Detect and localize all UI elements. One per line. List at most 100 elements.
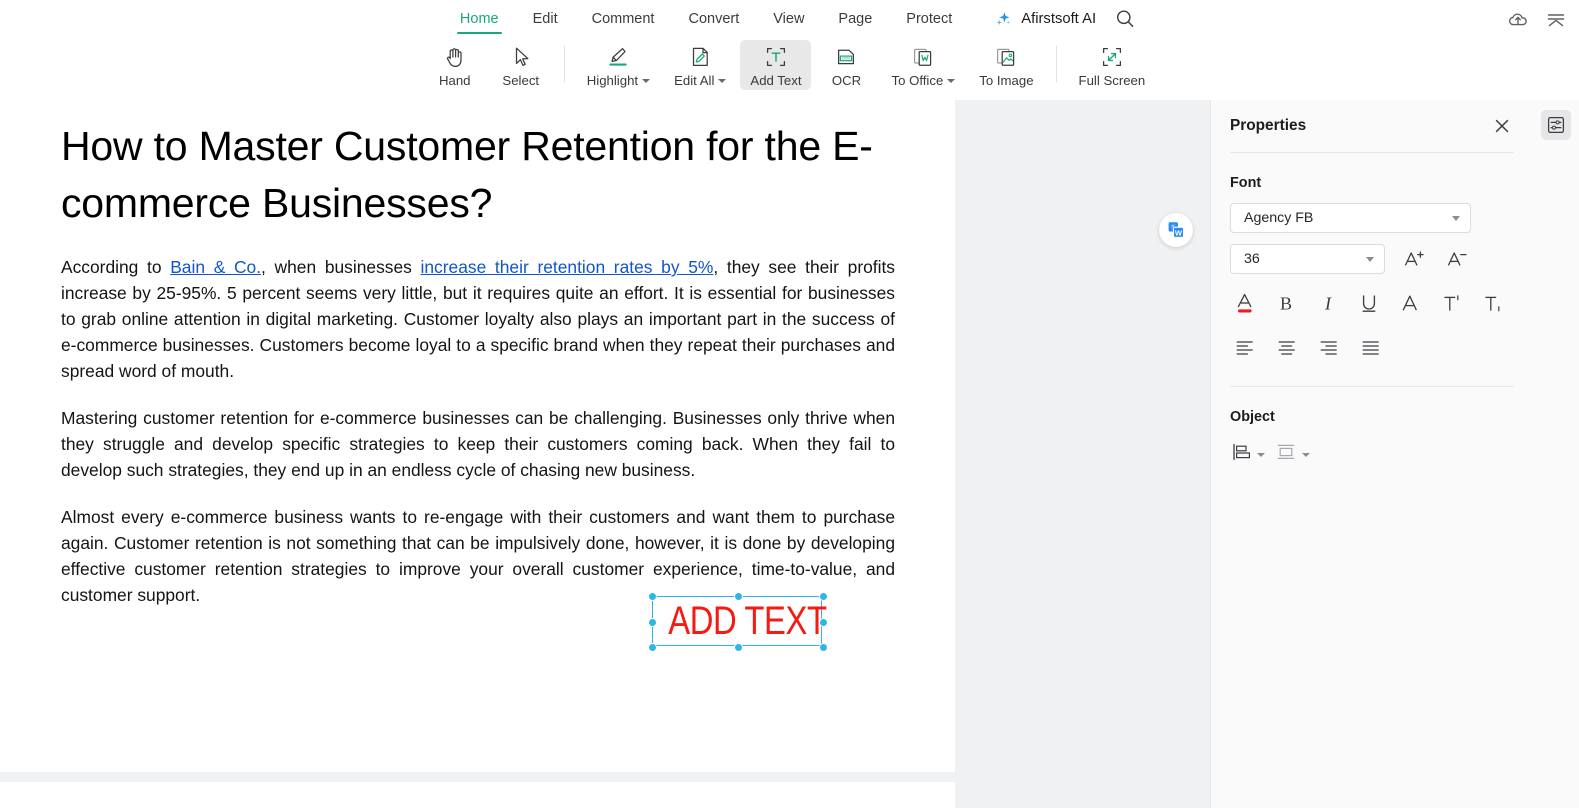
close-icon[interactable] <box>1493 117 1511 135</box>
tool-highlight-label: Highlight <box>587 73 651 88</box>
top-menu-bar: Home Edit Comment Convert View Page Prot… <box>0 0 1579 38</box>
menu-item-page-label: Page <box>838 11 873 27</box>
tool-ocr[interactable]: OCR OCR <box>815 40 877 90</box>
object-align-button[interactable] <box>1230 441 1265 468</box>
right-rail <box>1533 100 1579 808</box>
tool-ocr-label: OCR <box>831 73 862 88</box>
cursor-select-icon <box>508 43 534 70</box>
chevron-down-icon <box>1366 256 1374 262</box>
resize-handle-w[interactable] <box>648 618 657 627</box>
to-office-icon <box>910 43 936 70</box>
svg-text:OCR: OCR <box>842 56 850 60</box>
decrease-font-size-icon[interactable] <box>1441 244 1471 274</box>
pdf-page-1[interactable]: How to Master Customer Retention for the… <box>0 100 955 772</box>
resize-handle-sw[interactable] <box>648 643 657 652</box>
chevron-down-icon <box>1257 452 1265 457</box>
tool-add-text-label: Add Text <box>750 73 802 88</box>
tool-to-office[interactable]: To Office <box>881 40 965 90</box>
text-run: Mastering customer retention for e-comme… <box>61 408 895 480</box>
resize-handle-e[interactable] <box>819 618 828 627</box>
menu-item-edit[interactable]: Edit <box>516 0 575 38</box>
superscript-icon[interactable] <box>1437 288 1466 318</box>
page-content: How to Master Customer Retention for the… <box>0 100 955 608</box>
ribbon-tool-list: Hand Select Highlight Edit All Add Text … <box>422 40 1157 98</box>
svg-text:W: W <box>1175 228 1183 237</box>
toolbar-divider-2 <box>1055 46 1057 82</box>
resize-handle-ne[interactable] <box>819 592 828 601</box>
menu-item-home[interactable]: Home <box>443 0 516 38</box>
paragraph-2: Mastering customer retention for e-comme… <box>61 405 895 483</box>
convert-to-word-icon[interactable]: ⇱ W <box>1159 213 1193 247</box>
page-title: How to Master Customer Retention for the… <box>61 123 873 226</box>
paragraph-3: Almost every e-commerce business wants t… <box>61 504 895 608</box>
ai-assistant-label: Afirstsoft AI <box>1021 11 1097 27</box>
chevron-down-icon <box>1302 452 1310 457</box>
chevron-down-icon[interactable] <box>947 78 956 83</box>
ribbon-toolbar: Hand Select Highlight Edit All Add Text … <box>0 38 1579 100</box>
menu-item-view[interactable]: View <box>756 0 821 38</box>
tool-select-label: Select <box>502 73 540 88</box>
tool-add-text[interactable]: Add Text <box>740 40 812 90</box>
text-run: According to <box>61 257 171 277</box>
tool-full-screen[interactable]: Full Screen <box>1069 40 1156 90</box>
svg-text:B: B <box>1280 293 1292 313</box>
selected-text-object[interactable]: ADD TEXT <box>648 592 828 652</box>
menu-item-convert[interactable]: Convert <box>671 0 756 38</box>
tool-full-screen-label: Full Screen <box>1078 73 1146 88</box>
resize-handle-n[interactable] <box>734 592 743 601</box>
toolbar-divider-1 <box>563 46 565 82</box>
tool-to-image[interactable]: To Image <box>969 40 1043 90</box>
tool-select[interactable]: Select <box>490 40 552 90</box>
menu-item-page[interactable]: Page <box>821 0 889 38</box>
highlighter-icon <box>604 43 632 70</box>
chevron-down-icon[interactable] <box>718 78 727 83</box>
chevron-down-icon[interactable] <box>642 78 651 83</box>
text-run: , when businesses <box>261 257 421 277</box>
bold-icon[interactable]: B <box>1271 288 1300 318</box>
tool-highlight[interactable]: Highlight <box>577 40 660 90</box>
font-color-icon[interactable] <box>1230 288 1259 318</box>
hand-icon <box>442 43 468 70</box>
cloud-upload-icon[interactable] <box>1507 9 1529 31</box>
menu-item-protect[interactable]: Protect <box>889 0 969 38</box>
resize-handle-nw[interactable] <box>648 592 657 601</box>
resize-handle-se[interactable] <box>819 643 828 652</box>
object-arrange-button[interactable] <box>1275 441 1310 468</box>
link-retention-rates[interactable]: increase their retention rates by 5% <box>421 257 714 277</box>
object-align-icon <box>1230 441 1252 468</box>
resize-handle-s[interactable] <box>734 643 743 652</box>
tool-edit-all[interactable]: Edit All <box>664 40 736 90</box>
properties-panel-icon[interactable] <box>1541 110 1571 140</box>
font-size-select[interactable]: 36 <box>1230 244 1385 274</box>
properties-title: Properties <box>1230 117 1307 134</box>
link-bain-co[interactable]: Bain & Co. <box>170 257 261 277</box>
search-icon[interactable] <box>1114 8 1136 30</box>
object-buttons-row <box>1211 437 1533 468</box>
strikethrough-icon[interactable] <box>1396 288 1425 318</box>
menu-item-comment-label: Comment <box>591 11 655 27</box>
font-family-select[interactable]: Agency FB <box>1230 203 1471 233</box>
font-family-value: Agency FB <box>1244 210 1314 226</box>
align-justify-icon[interactable] <box>1356 332 1386 362</box>
italic-icon[interactable]: I <box>1313 288 1342 318</box>
font-family-row: Agency FB <box>1211 203 1533 233</box>
underline-icon[interactable] <box>1354 288 1383 318</box>
tool-hand-label: Hand <box>438 73 471 88</box>
ai-sparkle-icon <box>993 9 1013 29</box>
text-format-row: B I <box>1211 274 1533 318</box>
document-workspace[interactable]: How to Master Customer Retention for the… <box>0 100 1210 808</box>
menu-item-edit-label: Edit <box>532 11 558 27</box>
increase-font-size-icon[interactable] <box>1398 244 1428 274</box>
align-left-icon[interactable] <box>1230 332 1260 362</box>
menu-item-comment[interactable]: Comment <box>575 0 672 38</box>
collapse-ribbon-icon[interactable] <box>1545 9 1567 31</box>
align-right-icon[interactable] <box>1314 332 1344 362</box>
window-icon-group <box>1507 9 1567 31</box>
subscript-icon[interactable] <box>1479 288 1508 318</box>
ai-assistant-button[interactable]: Afirstsoft AI <box>993 9 1096 29</box>
pdf-page-2[interactable] <box>0 782 955 808</box>
add-text-icon <box>763 43 789 70</box>
text-object-value[interactable]: ADD TEXT <box>668 596 827 646</box>
align-center-icon[interactable] <box>1272 332 1302 362</box>
tool-hand[interactable]: Hand <box>424 40 486 90</box>
